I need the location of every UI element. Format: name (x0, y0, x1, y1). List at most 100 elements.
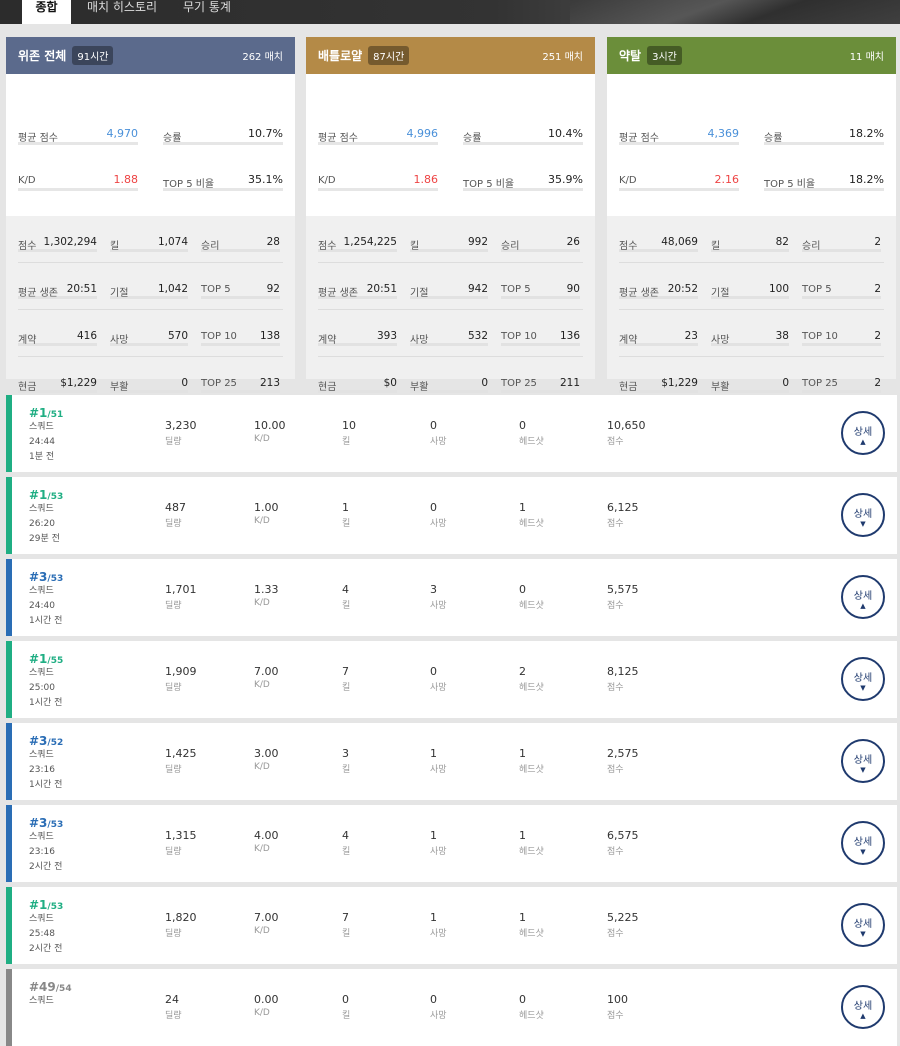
match-mode: 스쿼드 (29, 668, 54, 678)
tab-overview[interactable]: 종합 (22, 0, 71, 24)
stat-label: 사망 (430, 519, 447, 529)
stat-value: 24 (165, 993, 179, 1006)
detail-stat-label: 현금 (619, 382, 638, 393)
match-rank: #1/55 (29, 652, 63, 666)
match-stat-deaths: 1 사망 (430, 747, 447, 775)
detail-stat-label: TOP 10 (501, 331, 537, 342)
stat-card: 배틀로얄 87시간 251 매치 평균 점수 4,996 승률 10.4% K/D 1.86 TO… (306, 37, 595, 393)
detail-stat: 승리 26 (501, 236, 580, 252)
detail-stat: 계약 23 (619, 330, 698, 346)
match-row[interactable]: #49/54 스쿼드 24 딜량 0.00 K/D 0 킬 0 사망 0 헤드샷 100 점수 상세 ▲ (6, 969, 897, 1046)
summary-stat-label: TOP 5 비율 (163, 179, 215, 190)
row-divider (18, 356, 283, 357)
match-stat-kd: 4.00 K/D (254, 829, 279, 854)
detail-stat-label: 계약 (619, 335, 638, 346)
rank-total: /54 (55, 984, 72, 994)
stat-value: 4 (342, 583, 349, 596)
match-row[interactable]: #1/55 스쿼드 25:00 1시간 전 1,909 딜량 7.00 K/D 7 킬 0 사망 2 헤드… (6, 641, 897, 718)
match-row[interactable]: #3/52 스쿼드 23:16 1시간 전 1,425 딜량 3.00 K/D 3 킬 1 사망 1 헤드… (6, 723, 897, 800)
detail-button[interactable]: 상세 ▼ (841, 657, 885, 701)
stat-label: 사망 (430, 437, 447, 447)
match-stat-kills: 4킬 (342, 583, 350, 611)
stat-value: 10.00 (254, 419, 286, 432)
row-divider (318, 309, 583, 310)
match-row[interactable]: #1/53 스쿼드 25:48 2시간 전 1,820 딜량 7.00 K/D 7 킬 1 사망 1 헤드… (6, 887, 897, 964)
detail-label: 상세 (853, 755, 873, 766)
detail-stat: TOP 10 2 (802, 330, 881, 346)
stat-value: 1 (519, 501, 526, 514)
stat-value: 4 (342, 829, 349, 842)
detail-stat: 부활 0 (711, 377, 789, 393)
detail-stat: 부활 0 (110, 377, 188, 393)
match-row[interactable]: #1/53 스쿼드 26:20 29분 전 487 딜량 1.00 K/D 1 킬 0 사망 1 헤드샷 6… (6, 477, 897, 554)
stat-value: 0 (519, 419, 526, 432)
row-divider (680, 800, 770, 803)
match-stat-damage: 1,909 딜량 (165, 665, 197, 693)
detail-stat: TOP 25 213 (201, 377, 280, 393)
match-mode: 스쿼드 (29, 832, 54, 842)
detail-stat-value: 532 (467, 330, 488, 342)
match-stat-kills: 3킬 (342, 747, 350, 775)
detail-label: 상세 (853, 509, 873, 520)
stat-label: 딜량 (165, 437, 182, 447)
stat-label: 킬 (342, 437, 351, 447)
detail-button[interactable]: 상세 ▲ (841, 985, 885, 1029)
match-mode: 스쿼드 (29, 504, 54, 514)
stat-value: 10 (342, 419, 356, 432)
match-meta: 스쿼드 25:00 1시간 전 (29, 666, 62, 711)
detail-stat-label: 킬 (110, 241, 120, 252)
summary-stat-value: 1.86 (413, 173, 439, 186)
detail-button[interactable]: 상세 ▲ (841, 411, 885, 455)
stat-label: 헤드샷 (519, 929, 544, 939)
rank-total: /51 (47, 410, 64, 420)
tab-weapon-stats[interactable]: 무기 통계 (183, 0, 231, 24)
rank-value: #49 (29, 980, 56, 994)
match-stat-damage: 24 딜량 (165, 993, 182, 1021)
stat-label: 킬 (342, 847, 351, 857)
stat-label: 딜량 (165, 683, 182, 693)
row-divider (680, 554, 770, 557)
detail-button[interactable]: 상세 ▼ (841, 739, 885, 783)
detail-stat-value: 82 (775, 236, 789, 248)
stat-label: K/D (254, 762, 270, 772)
match-stat-kd: 10.00 K/D (254, 419, 286, 444)
match-stat-kills: 10 킬 (342, 419, 356, 447)
tab-match-history[interactable]: 매치 히스토리 (87, 0, 157, 24)
match-duration: 24:40 (29, 601, 55, 611)
summary-stat-label: 평균 점수 (318, 133, 358, 144)
detail-stat-value: 2 (874, 330, 881, 342)
match-row[interactable]: #1/51 스쿼드 24:44 1분 전 3,230 딜량 10.00 K/D 10 킬 0 사망 0 헤… (6, 395, 897, 472)
detail-stat: 점수 1,254,225 (318, 236, 397, 252)
detail-stat-label: 평균 생존 (18, 288, 58, 299)
match-row[interactable]: #3/53 스쿼드 24:40 1시간 전 1,701 딜량 1.33 K/D 4 킬 3 사망 0 헤드… (6, 559, 897, 636)
result-color-bar (6, 559, 12, 636)
detail-stat-label: TOP 25 (201, 378, 237, 389)
detail-button[interactable]: 상세 ▲ (841, 575, 885, 619)
match-mode: 스쿼드 (29, 750, 54, 760)
summary-stat-label: TOP 5 비율 (764, 179, 816, 190)
row-divider (318, 356, 583, 357)
detail-stat: 기절 1,042 (110, 283, 188, 299)
detail-stat: TOP 5 2 (802, 283, 881, 299)
summary-stat-label: TOP 5 비율 (463, 179, 515, 190)
detail-button[interactable]: 상세 ▼ (841, 821, 885, 865)
stat-value: 6,575 (607, 829, 639, 842)
match-stat-score: 6,575 점수 (607, 829, 639, 857)
match-stat-deaths: 0 사망 (430, 993, 447, 1021)
summary-stat: 평균 점수 4,996 (318, 127, 438, 145)
stat-value: 487 (165, 501, 186, 514)
detail-stat: 승리 2 (802, 236, 881, 252)
card-summary: 평균 점수 4,996 승률 10.4% K/D 1.86 TOP 5 비율 35.9% (306, 74, 595, 216)
detail-button[interactable]: 상세 ▼ (841, 493, 885, 537)
summary-stat: 승률 18.2% (764, 127, 884, 145)
detail-stat: 평균 생존 20:51 (18, 283, 97, 299)
stat-value: 1,909 (165, 665, 197, 678)
detail-stat: 기절 942 (410, 283, 488, 299)
detail-button[interactable]: 상세 ▼ (841, 903, 885, 947)
detail-stat-value: 213 (259, 377, 280, 389)
summary-stat: 승률 10.4% (463, 127, 583, 145)
stat-value: 0 (519, 583, 526, 596)
match-row[interactable]: #3/53 스쿼드 23:16 2시간 전 1,315 딜량 4.00 K/D 4 킬 1 사망 1 헤드… (6, 805, 897, 882)
detail-stat-value: $1,229 (661, 377, 698, 389)
match-duration: 23:16 (29, 847, 55, 857)
